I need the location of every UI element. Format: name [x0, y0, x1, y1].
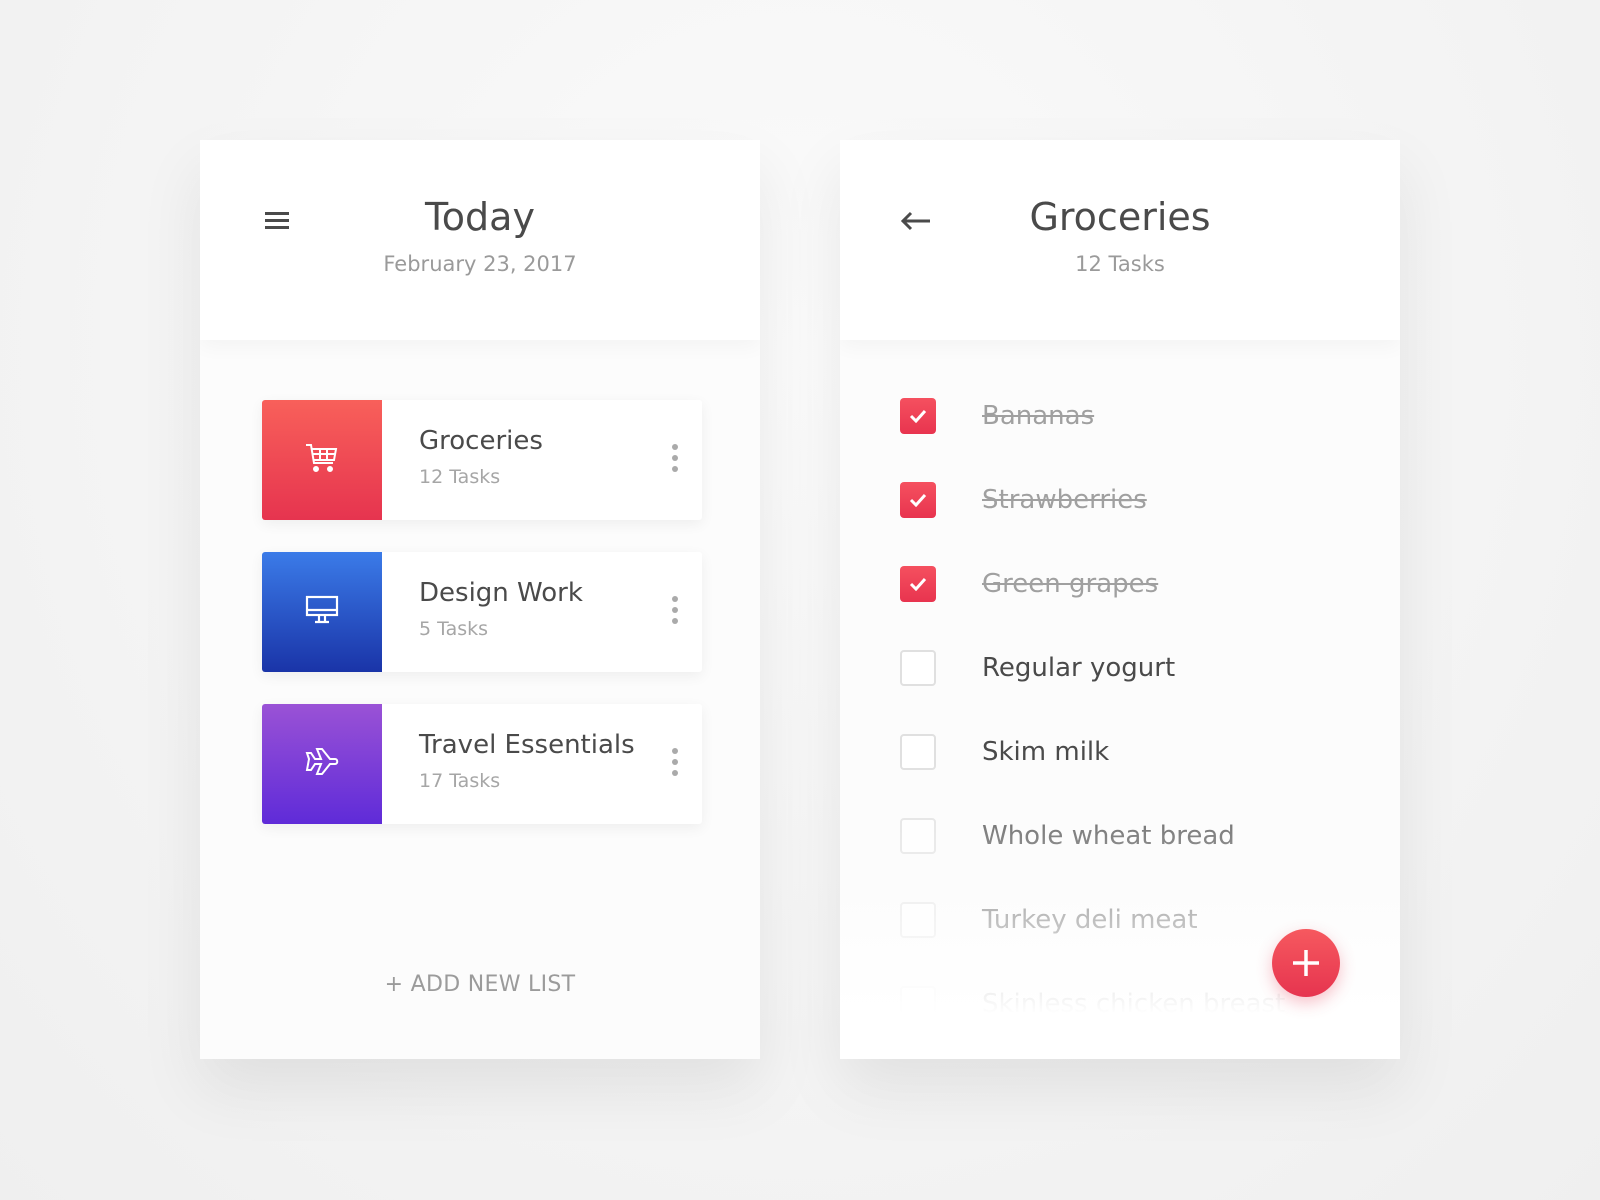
task-checkbox[interactable] [900, 650, 936, 686]
airplane-icon [305, 747, 339, 781]
task-item: Skim milk [900, 732, 1109, 772]
task-checkbox[interactable] [900, 986, 936, 1022]
task-label: Whole wheat bread [982, 821, 1235, 851]
task-item: Turkey deli meat [900, 900, 1198, 940]
task-checkbox[interactable] [900, 734, 936, 770]
task-label: Turkey deli meat [982, 905, 1198, 935]
cart-icon [305, 443, 339, 477]
task-item: Bananas [900, 396, 1094, 436]
list-swatch [262, 552, 382, 672]
task-checkbox[interactable] [900, 566, 936, 602]
task-label: Bananas [982, 401, 1095, 431]
check-icon [909, 409, 927, 423]
groceries-panel: Groceries 12 Tasks Bananas Strawberries … [840, 140, 1400, 1059]
task-label: Skinless chicken breast [982, 989, 1286, 1019]
list-count: 17 Tasks [419, 770, 501, 792]
task-checkbox[interactable] [900, 902, 936, 938]
page-title: Groceries [1029, 195, 1211, 239]
list-card-travel-essentials[interactable]: Travel Essentials 17 Tasks [262, 704, 702, 824]
task-item: Regular yogurt [900, 648, 1175, 688]
task-checkbox[interactable] [900, 818, 936, 854]
list-count: 12 Tasks [419, 466, 501, 488]
list-card-design-work[interactable]: Design Work 5 Tasks [262, 552, 702, 672]
list-name: Design Work [419, 578, 583, 608]
task-item: Whole wheat bread [900, 816, 1235, 856]
check-icon [909, 577, 927, 591]
groceries-header: Groceries 12 Tasks [840, 140, 1400, 340]
page-title: Today [425, 195, 535, 239]
list-swatch [262, 400, 382, 520]
more-options-icon[interactable] [670, 748, 680, 776]
check-icon [909, 493, 927, 507]
task-label: Regular yogurt [982, 653, 1176, 683]
list-card-groceries[interactable]: Groceries 12 Tasks [262, 400, 702, 520]
plus-icon [1293, 950, 1319, 976]
task-label: Strawberries [982, 485, 1147, 515]
today-header: Today February 23, 2017 [200, 140, 760, 340]
add-task-button[interactable] [1272, 929, 1340, 997]
today-panel: Today February 23, 2017 Groceries 12 Tas… [200, 140, 760, 1059]
list-name: Groceries [419, 426, 543, 456]
list-swatch [262, 704, 382, 824]
task-label: Green grapes [982, 569, 1159, 599]
list-count: 5 Tasks [419, 618, 489, 640]
task-item: Green grapes [900, 564, 1158, 604]
more-options-icon[interactable] [670, 596, 680, 624]
monitor-icon [305, 595, 339, 629]
add-new-list-button[interactable]: + ADD NEW LIST [200, 972, 760, 997]
more-options-icon[interactable] [670, 444, 680, 472]
task-label: Skim milk [982, 737, 1110, 767]
task-count: 12 Tasks [1075, 252, 1165, 276]
list-name: Travel Essentials [419, 730, 635, 760]
task-checkbox[interactable] [900, 398, 936, 434]
task-item: Skinless chicken breast [900, 984, 1285, 1024]
task-item: Strawberries [900, 480, 1147, 520]
task-checkbox[interactable] [900, 482, 936, 518]
date-subtitle: February 23, 2017 [383, 252, 577, 276]
